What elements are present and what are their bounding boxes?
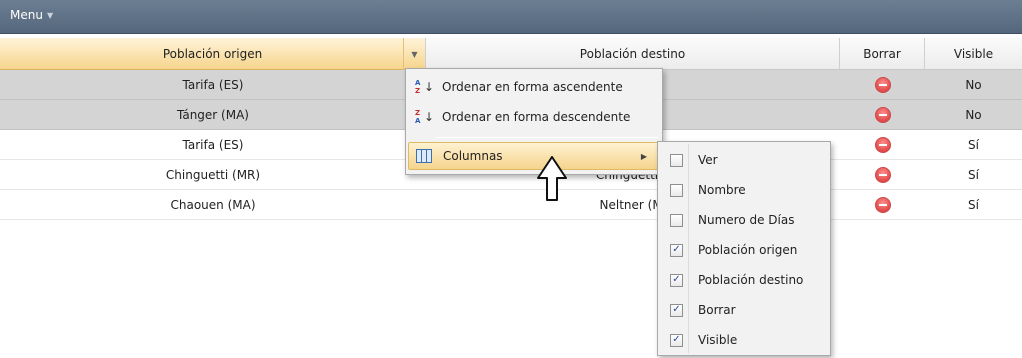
menu-item-label: Columnas [443, 149, 503, 163]
menu-item-label: Ordenar en forma descendente [442, 110, 631, 124]
cell-visible: Sí [968, 197, 979, 212]
delete-icon[interactable] [874, 166, 891, 183]
column-toggle-item[interactable]: ✓ Visible [660, 325, 828, 355]
menu-item-label: Ordenar en forma ascendente [442, 80, 623, 94]
column-toggle-label: Nombre [698, 183, 746, 197]
cell-visible: No [965, 107, 982, 122]
cell-origin: Tarifa (ES) [182, 137, 244, 152]
column-toggle-label: Numero de Días [698, 213, 795, 227]
cell-visible: No [965, 77, 982, 92]
menu-separator [436, 137, 658, 138]
column-toggle-item[interactable]: Numero de Días [660, 205, 828, 235]
column-toggle-label: Ver [698, 153, 718, 167]
cell-origin: Chinguetti (MR) [165, 167, 261, 182]
column-header-label: Visible [953, 46, 994, 61]
column-toggle-label: Visible [698, 333, 738, 347]
column-menu-trigger-icon[interactable]: ▼ [403, 38, 425, 70]
column-header-destination[interactable]: Población destino [426, 38, 840, 70]
column-toggle-item[interactable]: ✓ Población destino [660, 265, 828, 295]
checkbox[interactable] [670, 153, 683, 167]
columns-submenu: Ver Nombre Numero de Días ✓ Población origen… [657, 141, 831, 356]
menu-label: Menu [10, 8, 43, 22]
sort-ascending-icon: A Z ↓ [415, 79, 435, 95]
menu-bar: Menu ▼ [0, 0, 1022, 34]
column-header-label: Población destino [579, 46, 686, 61]
delete-icon[interactable] [874, 136, 891, 153]
submenu-arrow-icon: ▶ [640, 151, 647, 161]
cell-delete [840, 160, 925, 189]
cell-visible: Sí [968, 137, 979, 152]
cell-delete [840, 70, 925, 99]
column-toggle-label: Borrar [698, 303, 736, 317]
cell-origin: Tánger (MA) [177, 107, 249, 122]
checkbox[interactable]: ✓ [670, 273, 683, 287]
column-toggle-item[interactable]: ✓ Población origen [660, 235, 828, 265]
caret-down-icon: ▼ [46, 10, 54, 20]
checkbox[interactable] [670, 183, 683, 197]
delete-icon[interactable] [874, 76, 891, 93]
checkbox[interactable]: ✓ [670, 243, 683, 257]
cell-origin: Tarifa (ES) [182, 77, 244, 92]
menu-button[interactable]: Menu ▼ [10, 8, 53, 22]
column-header-label: Borrar [863, 46, 901, 61]
column-header-origin[interactable]: Población origen ▼ [0, 38, 426, 70]
column-header-visible[interactable]: Visible [925, 38, 1022, 70]
menu-item-sort-descending[interactable]: Z A ↓ Ordenar en forma descendente [408, 103, 660, 131]
cell-delete [840, 190, 925, 219]
cell-origin: Chaouen (MA) [170, 197, 256, 212]
cell-delete [840, 130, 925, 159]
menu-item-columns[interactable]: Columnas ▶ [408, 142, 660, 170]
delete-icon[interactable] [874, 196, 891, 213]
column-header-delete[interactable]: Borrar [840, 38, 925, 70]
table-row[interactable]: Chaouen (MA) Neltner (M. Sí [0, 190, 1022, 220]
delete-icon[interactable] [874, 106, 891, 123]
checkbox[interactable]: ✓ [670, 333, 683, 347]
cell-visible: Sí [968, 167, 979, 182]
column-toggle-label: Población origen [698, 243, 798, 257]
column-context-menu: A Z ↓ Ordenar en forma ascendente Z A ↓ … [405, 68, 663, 175]
column-toggle-item[interactable]: Ver [660, 145, 828, 175]
sort-descending-icon: Z A ↓ [415, 109, 435, 125]
checkbox[interactable] [670, 213, 683, 227]
column-toggle-item[interactable]: ✓ Borrar [660, 295, 828, 325]
columns-icon [415, 147, 433, 165]
column-header-label: Población origen [162, 46, 263, 61]
column-toggle-label: Población destino [698, 273, 804, 287]
column-toggle-item[interactable]: Nombre [660, 175, 828, 205]
cell-delete [840, 100, 925, 129]
menu-item-sort-ascending[interactable]: A Z ↓ Ordenar en forma ascendente [408, 73, 660, 101]
checkbox[interactable]: ✓ [670, 303, 683, 317]
